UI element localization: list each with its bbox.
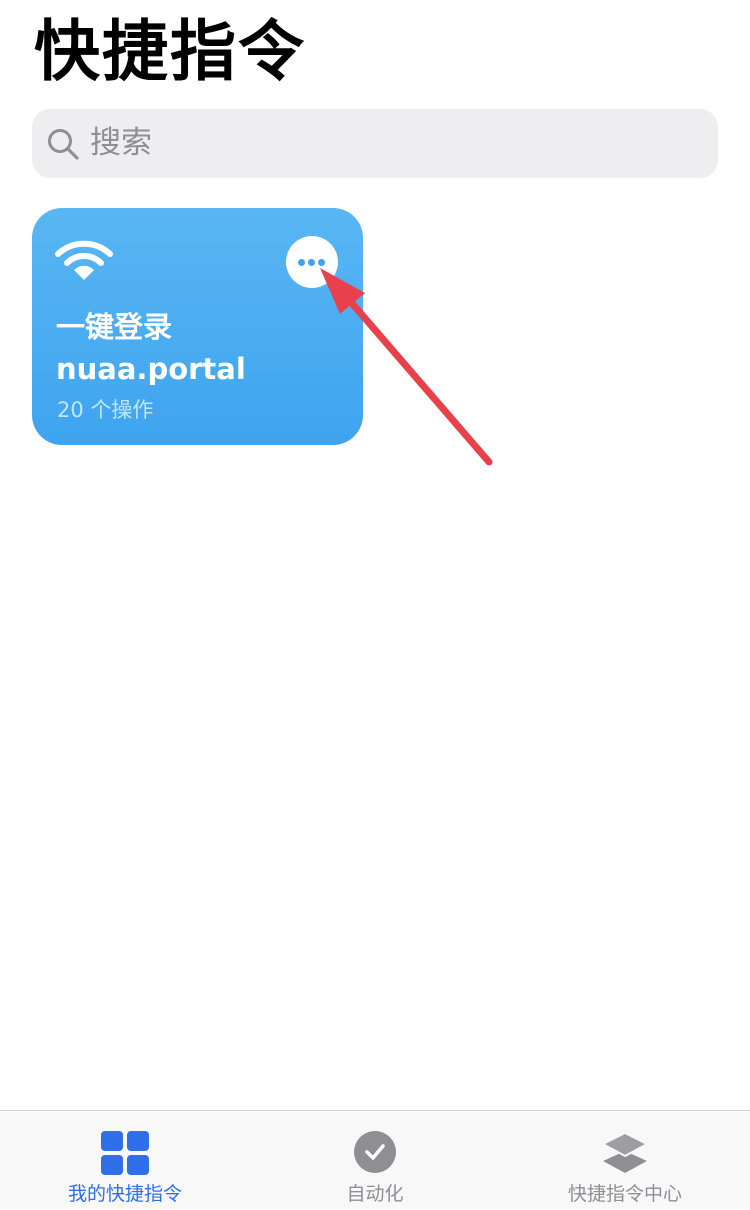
layers-icon <box>601 1131 649 1173</box>
automation-check-icon <box>354 1131 396 1173</box>
search-placeholder[interactable]: 搜索 <box>90 123 152 163</box>
tab-label: 我的快捷指令 <box>67 1183 182 1205</box>
more-icon <box>308 259 315 266</box>
search-icon <box>48 129 79 160</box>
shortcut-card[interactable]: 一键登录 nuaa.portal 20 个操作 <box>32 208 363 445</box>
more-icon <box>318 259 325 266</box>
tab-label: 自动化 <box>346 1183 404 1205</box>
page-title: 快捷指令 <box>34 13 306 90</box>
tab-bar: 我的快捷指令 自动化 快捷指令中心 <box>0 1110 750 1209</box>
wifi-icon <box>55 240 113 280</box>
more-options-button[interactable] <box>286 236 338 288</box>
tab-my-shortcuts[interactable]: 我的快捷指令 <box>0 1111 250 1210</box>
shortcut-action-count: 20 个操作 <box>57 398 154 422</box>
search-bar[interactable]: 搜索 <box>32 109 718 178</box>
shortcut-title: 一键登录 nuaa.portal <box>56 310 246 386</box>
more-icon <box>298 259 305 266</box>
grid-icon <box>101 1131 149 1175</box>
tab-label: 快捷指令中心 <box>567 1183 682 1205</box>
tab-gallery[interactable]: 快捷指令中心 <box>500 1111 750 1210</box>
annotation-arrow <box>320 268 493 466</box>
tab-automation[interactable]: 自动化 <box>250 1111 500 1210</box>
